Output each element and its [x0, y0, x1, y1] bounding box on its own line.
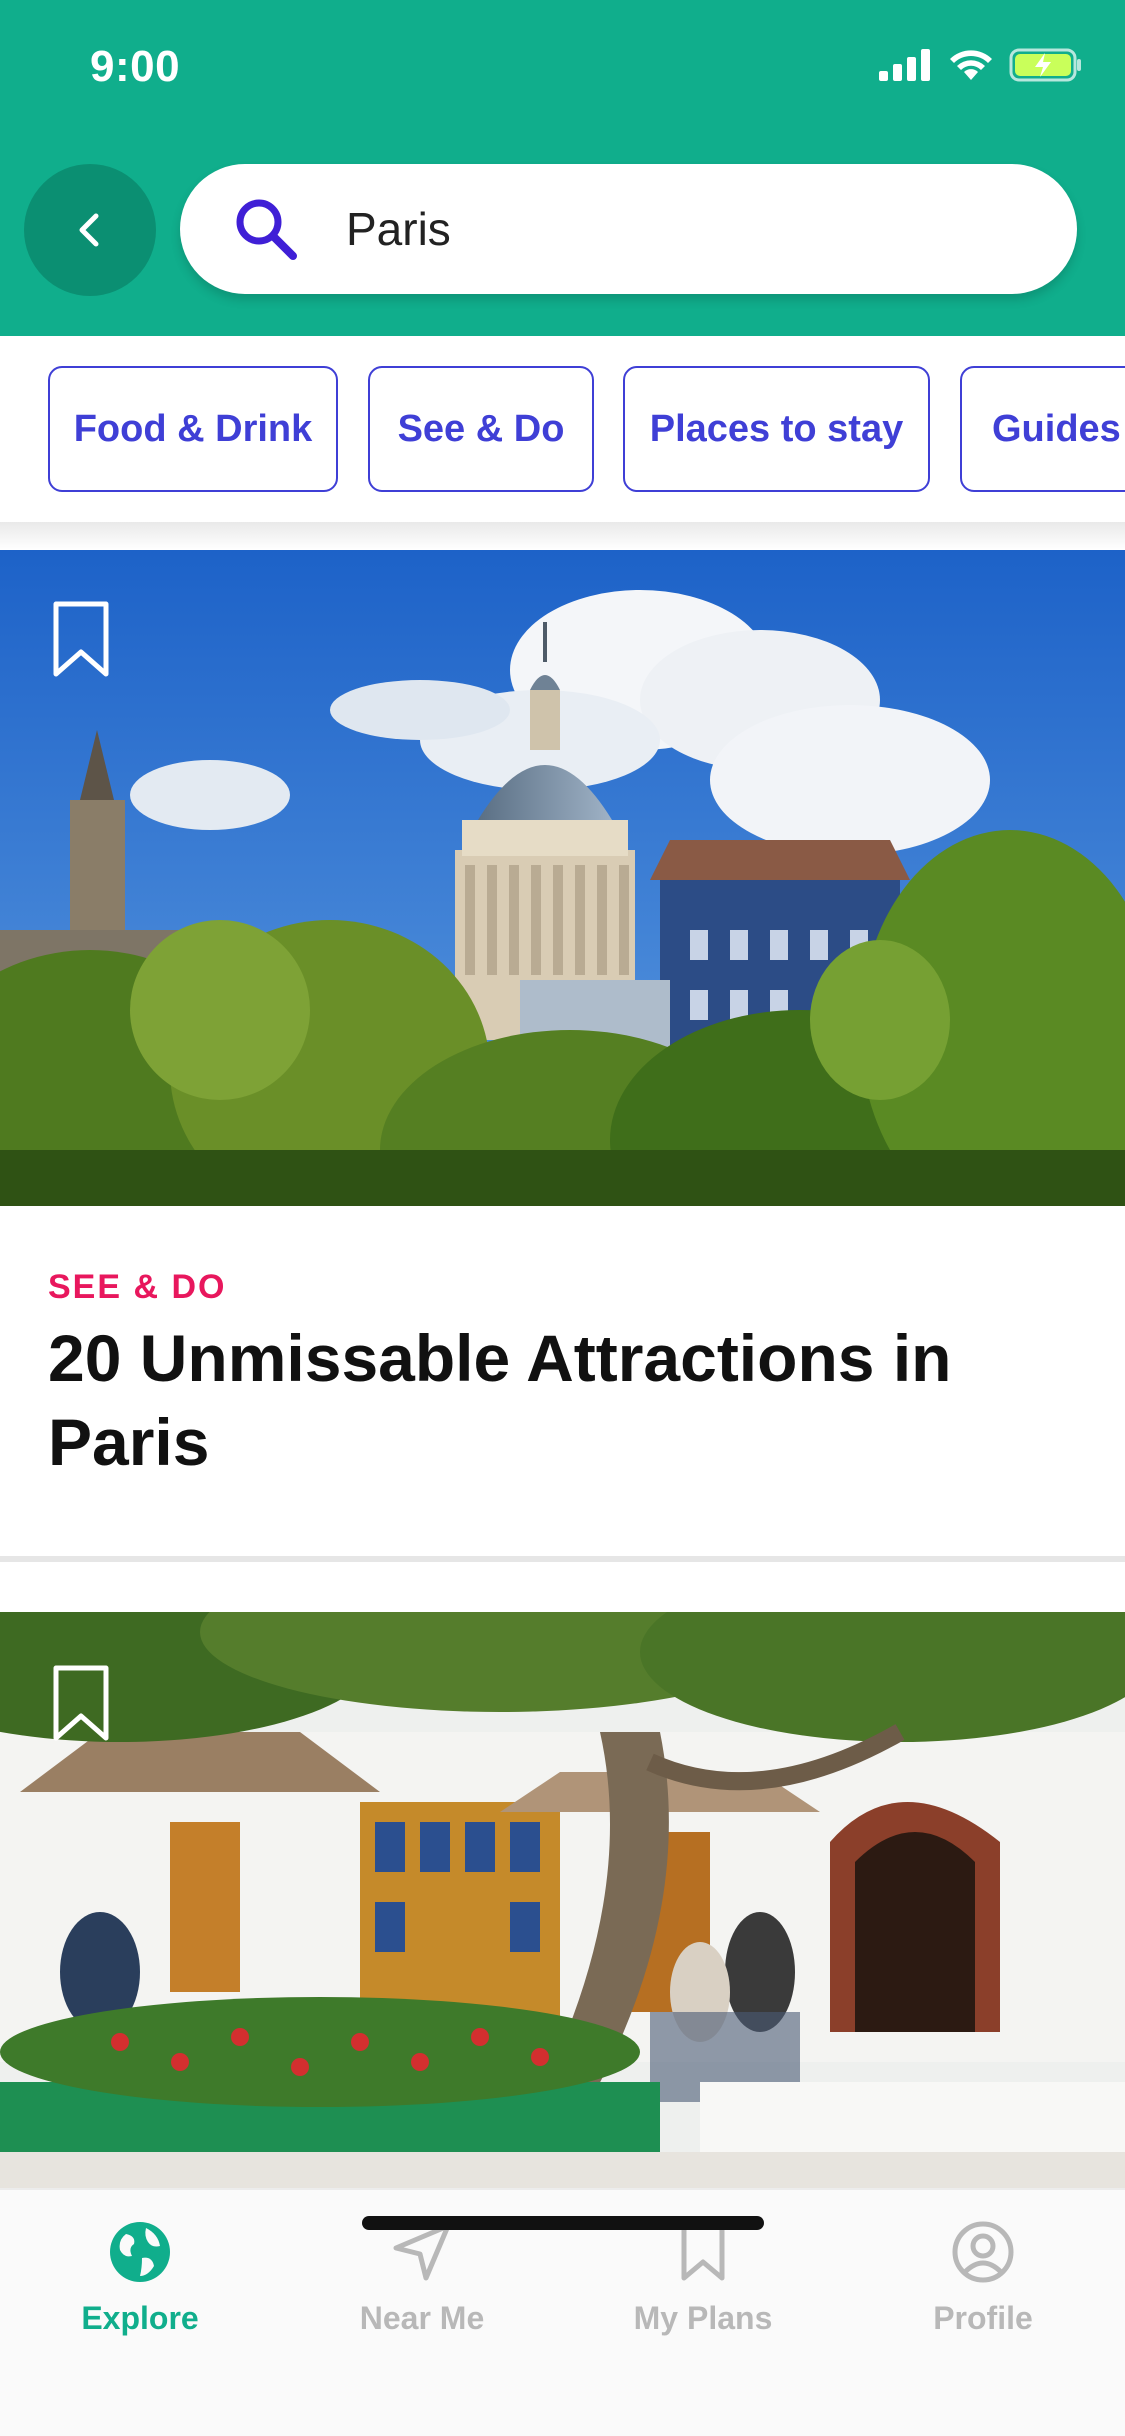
bookmark-icon[interactable]: [50, 1664, 112, 1744]
app-header: 9:00: [0, 0, 1125, 336]
nav-profile[interactable]: Profile: [873, 2218, 1093, 2348]
nav-label: Profile: [933, 2300, 1033, 2336]
category-chips-bar: Food & Drink See & Do Places to stay Gui…: [0, 336, 1125, 522]
search-input[interactable]: [346, 202, 996, 256]
nav-explore[interactable]: Explore: [30, 2218, 250, 2348]
card-title: 20 Unmissable Attractions in Paris: [48, 1321, 952, 1479]
search-icon: [230, 193, 302, 265]
chevron-left-icon: [79, 213, 99, 247]
nav-label: My Plans: [633, 2300, 773, 2336]
wifi-icon: [950, 50, 992, 80]
card-image-pantheon[interactable]: [0, 550, 1125, 1206]
status-icons: [879, 48, 1083, 82]
back-button[interactable]: [24, 164, 156, 296]
cafe-courtyard-photo: [0, 1612, 1125, 2188]
nav-my-plans[interactable]: My Plans: [593, 2218, 813, 2348]
cellular-signal-icon: [879, 49, 930, 81]
pantheon-photo: [0, 550, 1125, 1206]
nav-near-me[interactable]: Near Me: [312, 2218, 532, 2348]
chip-see-do[interactable]: See & Do: [368, 366, 594, 492]
article-card[interactable]: SEE & DO 20 Unmissable Attractions in Pa…: [0, 1206, 1125, 1558]
chip-food-drink[interactable]: Food & Drink: [48, 366, 338, 492]
user-circle-icon: [949, 2218, 1017, 2286]
status-time: 9:00: [90, 42, 181, 91]
bookmark-icon[interactable]: [50, 600, 112, 680]
card-image-cafe[interactable]: [0, 1612, 1125, 2188]
home-indicator: [362, 2216, 764, 2230]
battery-charging-icon: [1009, 48, 1081, 82]
nav-label: Explore: [81, 2300, 199, 2336]
globe-icon: [106, 2218, 174, 2286]
card-category: SEE & DO: [48, 1268, 227, 1306]
card-divider: [0, 1556, 1125, 1562]
chips-shadow: [0, 522, 1125, 550]
search-bar[interactable]: [180, 164, 1077, 294]
chip-places-to-stay[interactable]: Places to stay: [623, 366, 930, 492]
nav-label: Near Me: [359, 2300, 485, 2336]
chip-guides[interactable]: Guides: [960, 366, 1125, 492]
